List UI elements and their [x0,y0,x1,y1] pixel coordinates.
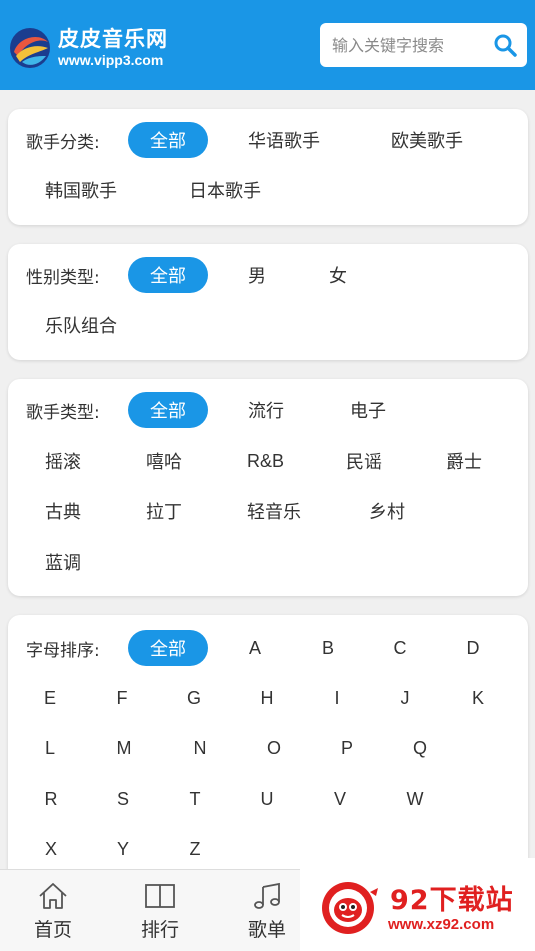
filter-option-all[interactable]: 全部 [128,630,208,666]
filter-card-gender: 性别类型: 全部 男 女 乐队组合 [8,244,528,360]
letter-k[interactable]: K [468,680,488,716]
letter-f[interactable]: F [112,680,132,716]
letter-t[interactable]: T [185,781,205,817]
site-name: 皮皮音乐网 [58,27,168,51]
header-bar: 皮皮音乐网 www.vipp3.com [0,0,535,90]
letter-w[interactable]: W [405,781,425,817]
watermark-title: 92下载站 [390,885,514,916]
filter-option-latin[interactable]: 拉丁 [146,493,182,529]
filter-option-blues[interactable]: 蓝调 [45,544,81,580]
book-icon [145,884,175,908]
filter-label-gender: 性别类型: [26,267,100,288]
letter-y[interactable]: Y [113,831,133,867]
letter-j[interactable]: J [395,680,415,716]
filter-option-classical[interactable]: 古典 [45,493,81,529]
filter-option-all[interactable]: 全部 [128,257,208,293]
filter-option-folk[interactable]: 民谣 [346,443,382,479]
letter-h[interactable]: H [257,680,277,716]
watermark-url: www.xz92.com [388,916,495,933]
letter-n[interactable]: N [190,730,210,766]
filter-option-female[interactable]: 女 [329,257,347,293]
site-url: www.vipp3.com [58,52,164,68]
filter-option-male[interactable]: 男 [248,257,266,293]
letter-o[interactable]: O [264,730,284,766]
filter-option-pop[interactable]: 流行 [248,392,284,428]
filter-label-genre: 歌手类型: [26,402,100,423]
watermark: 92下载站 www.xz92.com [300,858,535,951]
music-note-icon [254,882,280,909]
nav-home-label: 首页 [33,919,72,941]
letter-g[interactable]: G [184,680,204,716]
letter-d[interactable]: D [463,630,483,666]
filter-option-country[interactable]: 乡村 [369,493,405,529]
letter-u[interactable]: U [257,781,277,817]
letter-i[interactable]: I [327,680,347,716]
home-icon [39,883,67,909]
filter-option-jazz[interactable]: 爵士 [446,443,482,479]
filter-option-chinese[interactable]: 华语歌手 [248,122,320,158]
filter-option-rnb[interactable]: R&B [247,443,284,479]
filter-card-genre: 歌手类型: 全部 流行 电子 摇滚 嘻哈 R&B 民谣 爵士 古典 拉丁 轻音乐… [8,379,528,596]
search-icon[interactable] [493,33,517,57]
filter-card-category: 歌手分类: 全部 华语歌手 欧美歌手 韩国歌手 日本歌手 [8,109,528,225]
letter-l[interactable]: L [40,730,60,766]
filter-option-all[interactable]: 全部 [128,392,208,428]
letter-p[interactable]: P [337,730,357,766]
filter-option-all[interactable]: 全部 [128,122,208,158]
logo-icon [10,28,50,68]
nav-ranking-label: 排行 [140,919,179,941]
search-box [320,23,527,67]
letter-v[interactable]: V [330,781,350,817]
nav-playlist-label: 歌单 [247,919,286,941]
letter-r[interactable]: R [41,781,61,817]
nav-ranking[interactable]: 排行 [107,870,213,951]
watermark-logo-icon [322,882,378,934]
letter-x[interactable]: X [41,831,61,867]
filter-option-korean[interactable]: 韩国歌手 [45,172,117,208]
site-logo[interactable]: 皮皮音乐网 www.vipp3.com [8,24,198,72]
filter-option-electronic[interactable]: 电子 [350,392,386,428]
filter-label-category: 歌手分类: [26,132,100,153]
filter-option-light-music[interactable]: 轻音乐 [247,493,301,529]
nav-home[interactable]: 首页 [0,870,106,951]
filter-label-alphabet: 字母排序: [26,640,100,661]
filter-card-alphabet: 字母排序: 全部 A B C D E F G H I J K L M N O P… [8,615,528,885]
filter-option-western[interactable]: 欧美歌手 [391,122,463,158]
filter-option-hiphop[interactable]: 嘻哈 [146,443,182,479]
filter-option-band[interactable]: 乐队组合 [45,307,117,343]
letter-q[interactable]: Q [410,730,430,766]
letter-s[interactable]: S [113,781,133,817]
filter-option-rock[interactable]: 摇滚 [45,443,81,479]
search-input[interactable] [320,35,480,55]
letter-c[interactable]: C [390,630,410,666]
letter-m[interactable]: M [114,730,134,766]
letter-a[interactable]: A [245,630,265,666]
filter-option-japanese[interactable]: 日本歌手 [189,172,261,208]
letter-b[interactable]: B [318,630,338,666]
letter-z[interactable]: Z [185,831,205,867]
letter-e[interactable]: E [40,680,60,716]
